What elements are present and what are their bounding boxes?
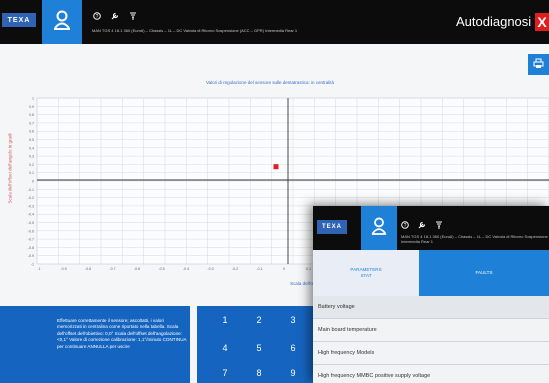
y-tick-label: 0.4	[29, 146, 34, 150]
key-1[interactable]: 1	[211, 312, 239, 328]
x-tick-label: 0	[283, 267, 285, 271]
y-tick-label: 0.7	[29, 121, 34, 125]
x-tick-label: -0.5	[158, 267, 164, 271]
y-tick-label: 0.5	[29, 138, 34, 142]
y-tick-label: -0.9	[28, 254, 34, 258]
y-tick-label: -0.6	[28, 229, 34, 233]
y-tick-label: -0.8	[28, 246, 34, 250]
help-icon[interactable]: ?	[401, 216, 409, 234]
data-point	[273, 164, 279, 170]
list-item[interactable]: Battery voltage	[313, 296, 549, 319]
wrench-icon[interactable]	[418, 216, 426, 234]
y-tick-label: -0.3	[28, 204, 34, 208]
numeric-keypad: 1 2 3 4 5 6 7 8 9	[197, 306, 313, 383]
key-6[interactable]: 6	[279, 340, 307, 356]
y-tick-label: 0.3	[29, 155, 34, 159]
x-tick-label: -0.7	[109, 267, 115, 271]
sub-toolbar-icons: ?	[401, 216, 443, 234]
antenna-icon[interactable]	[435, 216, 443, 234]
key-7[interactable]: 7	[211, 365, 239, 381]
x-tick-label: -0.4	[183, 267, 189, 271]
x-tick-label: -0.2	[232, 267, 238, 271]
y-tick-label: -0.1	[28, 188, 34, 192]
list-item[interactable]: High frequency MMBC positive supply volt…	[313, 365, 549, 383]
x-tick-label: -0.8	[85, 267, 91, 271]
parameters-window: TEXA ? MAN TGS 4 18.1 360 (Euro6) – Chas…	[313, 206, 549, 383]
key-5[interactable]: 5	[245, 340, 273, 356]
y-tick-label: 0.6	[29, 130, 34, 134]
key-3[interactable]: 3	[279, 312, 307, 328]
x-tick-label: -0.1	[256, 267, 262, 271]
tab-parameters[interactable]: PARAMETERS STAT	[313, 250, 419, 296]
key-8[interactable]: 8	[245, 365, 273, 381]
key-4[interactable]: 4	[211, 340, 239, 356]
x-tick-label: -0.6	[134, 267, 140, 271]
y-tick-label: -1	[31, 263, 34, 267]
sub-texa-logo: TEXA	[317, 220, 347, 234]
user-icon	[371, 217, 387, 240]
key-2[interactable]: 2	[245, 312, 273, 328]
list-item[interactable]: Main board temperature	[313, 319, 549, 342]
sub-top-bar: TEXA ? MAN TGS 4 18.1 360 (Euro6) – Chas…	[313, 206, 549, 250]
y-tick-label: 0.2	[29, 163, 34, 167]
y-tick-label: 0.1	[29, 171, 34, 175]
x-tick-label: 0.1	[306, 267, 311, 271]
y-tick-label: -0.4	[28, 213, 34, 217]
y-tick-label: 0	[32, 180, 34, 184]
y-tick-label: 1	[32, 97, 34, 101]
key-9[interactable]: 9	[279, 365, 307, 381]
x-tick-label: -1	[37, 267, 40, 271]
svg-text:?: ?	[404, 223, 407, 229]
tab-faults[interactable]: FAULTS	[419, 250, 549, 296]
instruction-text: Effettuare correttamente il sensore; asc…	[57, 318, 187, 349]
y-tick-label: 0.9	[29, 105, 34, 109]
x-tick-label: -0.9	[60, 267, 66, 271]
list-item[interactable]: High frequency Models	[313, 342, 549, 365]
tab-faults-label: FAULTS	[475, 270, 493, 275]
y-tick-label: 0.8	[29, 113, 34, 117]
y-tick-label: -0.7	[28, 238, 34, 242]
x-tick-label: -0.3	[207, 267, 213, 271]
y-tick-label: -0.5	[28, 221, 34, 225]
y-tick-label: -0.2	[28, 196, 34, 200]
tab-parameters-sub: STAT	[360, 273, 372, 278]
sub-user-button[interactable]	[361, 206, 397, 250]
sub-vehicle-info: MAN TGS 4 18.1 360 (Euro6) – Chassis – 1…	[401, 234, 548, 244]
